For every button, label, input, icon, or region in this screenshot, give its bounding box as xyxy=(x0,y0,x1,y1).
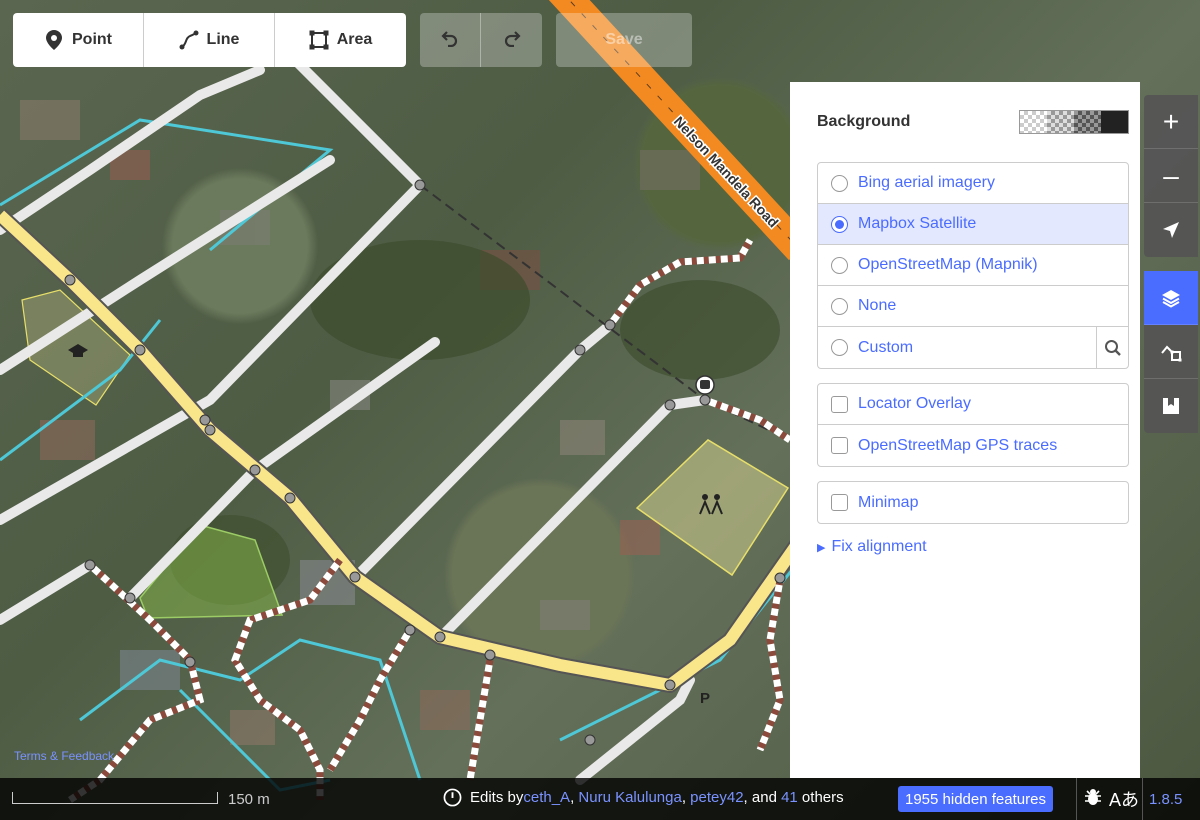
imagery-option-bing[interactable]: Bing aerial imagery xyxy=(818,163,1128,204)
editor-link[interactable]: Nuru Kalulunga xyxy=(578,789,681,806)
minimap-option[interactable]: Minimap xyxy=(818,482,1128,523)
vegetation xyxy=(170,240,780,605)
overlay-label: Locator Overlay xyxy=(858,395,971,412)
custom-imagery-edit-button[interactable] xyxy=(1096,327,1128,368)
language-icon[interactable]: Aあ xyxy=(1109,786,1139,812)
imagery-option-mapbox[interactable]: Mapbox Satellite xyxy=(818,204,1128,245)
undo-redo-group xyxy=(420,13,542,67)
zoom-out-button[interactable]: – xyxy=(1144,149,1198,203)
clock-icon xyxy=(443,788,462,807)
add-point-button[interactable]: Point xyxy=(13,13,144,67)
editor-link[interactable]: petey42 xyxy=(690,789,743,806)
geolocate-button[interactable] xyxy=(1144,203,1198,257)
layers-icon xyxy=(1162,289,1180,308)
plus-icon: + xyxy=(1162,105,1180,137)
issues-pane-button[interactable] xyxy=(1144,379,1198,433)
bug-report-icon[interactable] xyxy=(1083,788,1103,811)
pane-controls xyxy=(1144,271,1198,433)
checkbox-gps-traces[interactable] xyxy=(831,437,848,454)
undo-icon xyxy=(441,29,459,52)
background-pane-title: Background xyxy=(817,113,911,130)
add-line-label: Line xyxy=(206,31,240,48)
zoom-in-button[interactable]: + xyxy=(1144,95,1198,149)
fix-alignment-toggle[interactable]: ▶ Fix alignment xyxy=(817,538,1129,556)
radio-mapbox[interactable] xyxy=(831,215,848,233)
hidden-features-badge[interactable]: 1955 hidden features xyxy=(898,786,1053,812)
overlay-option-gps-traces[interactable]: OpenStreetMap GPS traces xyxy=(818,425,1128,466)
radio-bing[interactable] xyxy=(831,174,848,192)
area-icon xyxy=(309,30,329,50)
others-count-link[interactable]: 41 xyxy=(781,789,798,806)
point-marker-icon xyxy=(44,30,64,50)
fix-alignment-label: Fix alignment xyxy=(831,538,927,555)
minimap-label: Minimap xyxy=(858,493,919,511)
overlay-label: OpenStreetMap GPS traces xyxy=(858,436,1058,454)
map-data-pane-button[interactable] xyxy=(1144,325,1198,379)
imagery-label: None xyxy=(858,297,897,314)
opacity-100[interactable] xyxy=(1101,111,1128,133)
scale-bar[interactable] xyxy=(12,792,218,804)
checkbox-minimap[interactable] xyxy=(831,494,848,511)
redo-icon xyxy=(503,29,521,52)
map-controls: + – xyxy=(1144,95,1198,257)
search-icon xyxy=(1104,339,1121,356)
and-text: , and xyxy=(743,789,782,806)
edits-prefix: Edits by xyxy=(470,789,524,806)
opacity-25[interactable] xyxy=(1047,111,1074,133)
radio-none[interactable] xyxy=(831,297,848,315)
add-point-label: Point xyxy=(72,31,112,48)
map-data-icon xyxy=(1161,345,1182,361)
add-feature-modes: Point Line Area xyxy=(13,13,406,67)
background-pane-button[interactable] xyxy=(1144,271,1198,325)
version-link[interactable]: 1.8.5 xyxy=(1142,778,1182,820)
imagery-label: Mapbox Satellite xyxy=(858,215,977,232)
imagery-list: Bing aerial imagery Mapbox Satellite Ope… xyxy=(817,162,1129,369)
imagery-label: Bing aerial imagery xyxy=(858,174,995,191)
imagery-option-custom[interactable]: Custom xyxy=(818,327,1128,368)
bookmark-icon xyxy=(1163,398,1179,414)
separator: , xyxy=(681,789,691,806)
add-area-button[interactable]: Area xyxy=(275,13,406,67)
scale-label: 150 m xyxy=(228,791,270,808)
radio-osm-mapnik[interactable] xyxy=(831,256,848,274)
footer-bar: 150 m Edits by ceth_A, Nuru Kalulunga, p… xyxy=(0,778,1200,820)
opacity-0[interactable] xyxy=(1020,111,1047,133)
overlay-list: Locator Overlay OpenStreetMap GPS traces xyxy=(817,383,1129,467)
save-button[interactable]: Save xyxy=(556,13,692,67)
background-pane-header: Background xyxy=(817,82,1129,162)
imagery-label: OpenStreetMap (Mapnik) xyxy=(858,256,1038,273)
bus-stop-icon[interactable] xyxy=(695,375,715,395)
edit-attribution: Edits by ceth_A, Nuru Kalulunga, petey42… xyxy=(443,788,844,807)
imagery-label: Custom xyxy=(858,338,914,356)
footer-icons: Aあ xyxy=(1076,778,1139,820)
terms-link[interactable]: Terms & Feedback xyxy=(14,749,114,763)
overlay-option-locator[interactable]: Locator Overlay xyxy=(818,384,1128,425)
editor-link[interactable]: ceth_A xyxy=(523,789,570,806)
add-line-button[interactable]: Line xyxy=(144,13,275,67)
redo-button[interactable] xyxy=(481,13,542,67)
checkbox-locator-overlay[interactable] xyxy=(831,395,848,413)
building-texture xyxy=(20,100,700,745)
background-pane: Background Bing aerial imagery Mapbox Sa… xyxy=(790,82,1140,778)
triangle-right-icon: ▶ xyxy=(817,541,826,554)
minus-icon: – xyxy=(1163,159,1179,191)
minimap-list: Minimap xyxy=(817,481,1129,524)
parking-label[interactable]: P xyxy=(700,690,710,707)
radio-custom[interactable] xyxy=(831,339,848,356)
line-icon xyxy=(179,30,199,50)
separator: , xyxy=(570,789,579,806)
top-toolbar: Point Line Area Save xyxy=(13,13,692,67)
background-opacity-control[interactable] xyxy=(1019,110,1129,134)
location-arrow-icon xyxy=(1163,222,1179,238)
add-area-label: Area xyxy=(336,31,373,48)
imagery-option-osm-mapnik[interactable]: OpenStreetMap (Mapnik) xyxy=(818,245,1128,286)
undo-button[interactable] xyxy=(420,13,481,67)
imagery-option-none[interactable]: None xyxy=(818,286,1128,327)
others-text: others xyxy=(797,789,844,806)
opacity-50[interactable] xyxy=(1074,111,1101,133)
